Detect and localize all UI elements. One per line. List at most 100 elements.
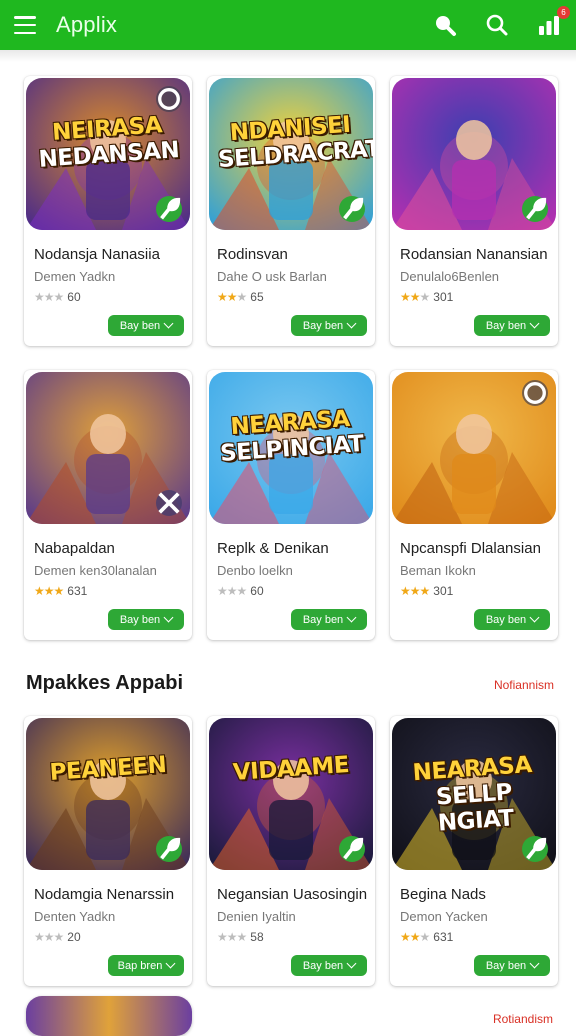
app-card[interactable]: NEARASA SELPINCIAT Replk & Denikan Denbo … (207, 370, 375, 640)
rating: ★★★ 60 (34, 290, 190, 304)
app-thumbnail[interactable]: NEARASA SELLP NGIAT (392, 718, 556, 870)
install-button[interactable]: Bay ben (291, 609, 367, 630)
install-button[interactable]: Bay ben (108, 315, 184, 336)
leaf-icon (156, 836, 182, 862)
app-thumbnail[interactable]: NDANISEI SELDRACRAT (209, 78, 373, 230)
rating-count: 58 (250, 930, 264, 944)
chevron-down-icon (346, 612, 357, 623)
developer-name: Denten Yadkn (34, 909, 116, 924)
app-grid-row-1: NEIRASA NEDANSAN Nodansja Nanasiia Demen … (24, 76, 558, 346)
app-thumbnail[interactable] (392, 372, 556, 524)
app-thumbnail[interactable]: NEIRASA NEDANSAN (26, 78, 190, 230)
category-icon (522, 380, 548, 406)
chevron-down-icon (346, 318, 357, 329)
star-rating-icon: ★★★ (217, 290, 247, 304)
rating: ★★★ 631 (34, 584, 190, 598)
star-rating-icon: ★★★ (217, 930, 247, 944)
developer-name: Demen Yadkn (34, 269, 116, 284)
search-icon[interactable] (484, 12, 510, 38)
developer-name: Demon Yacken (400, 909, 488, 924)
rating: ★★★ 60 (217, 584, 373, 598)
chevron-down-icon (163, 612, 174, 623)
star-rating-icon: ★★★ (400, 290, 430, 304)
app-card[interactable]: VIDAAME Negansian Uasosingin Denien Iyal… (207, 716, 375, 986)
rating: ★★★ 20 (34, 930, 190, 944)
rating-count: 301 (433, 584, 454, 598)
app-thumbnail[interactable]: VIDAAME (209, 718, 373, 870)
chevron-down-icon (163, 318, 174, 329)
leaf-icon (522, 836, 548, 862)
developer-name: Dahe O usk Barlan (217, 269, 327, 284)
star-rating-icon: ★★★ (400, 584, 430, 598)
rating-count: 301 (433, 290, 454, 304)
thumbnail-logo-text: NEARASA SELLP NGIAT (411, 751, 533, 837)
tools-icon (156, 490, 182, 516)
app-card[interactable]: NEIRASA NEDANSAN Nodansja Nanasiia Demen … (24, 76, 192, 346)
install-button-label: Bay ben (119, 613, 161, 626)
app-name: Negansian Uasosingin (217, 886, 368, 903)
notification-badge: 6 (557, 6, 570, 19)
install-button[interactable]: Bay ben (291, 955, 367, 976)
rating-count: 60 (67, 290, 81, 304)
developer-name: Denbo loelkn (217, 563, 293, 578)
hamburger-menu-icon[interactable] (14, 16, 36, 34)
install-button[interactable]: Bay ben (474, 315, 550, 336)
app-name: Rodinsvan (217, 246, 288, 263)
chevron-down-icon (346, 958, 357, 969)
star-rating-icon: ★★★ (217, 584, 247, 598)
rating-count: 20 (67, 930, 81, 944)
chevron-down-icon (529, 958, 540, 969)
install-button-label: Bap bren (117, 959, 163, 972)
app-thumbnail-partial[interactable] (26, 996, 192, 1036)
leaf-icon (339, 836, 365, 862)
install-button-label: Bay ben (485, 959, 527, 972)
rating: ★★★ 301 (400, 290, 556, 304)
developer-name: Denulalo6Benlen (400, 269, 500, 284)
app-card[interactable]: Rodansian Nanansian Denulalo6Benlen ★★★ … (390, 76, 558, 346)
app-thumbnail[interactable] (392, 78, 556, 230)
star-rating-icon: ★★★ (34, 290, 64, 304)
app-card[interactable]: PEANEEN Nodamgia Nenarssin Denten Yadkn … (24, 716, 192, 986)
rating: ★★★ 631 (400, 930, 556, 944)
app-thumbnail[interactable]: PEANEEN (26, 718, 190, 870)
install-button[interactable]: Bay ben (108, 609, 184, 630)
app-thumbnail[interactable] (26, 372, 190, 524)
app-thumbnail[interactable]: NEARASA SELPINCIAT (209, 372, 373, 524)
app-card[interactable]: NDANISEI SELDRACRAT Rodinsvan Dahe O usk … (207, 76, 375, 346)
install-button[interactable]: Bay ben (474, 955, 550, 976)
magnifier-filled-icon[interactable] (432, 12, 458, 38)
app-name: Nodansja Nanasiia (34, 246, 160, 263)
install-button-label: Bay ben (485, 319, 527, 332)
app-card[interactable]: NEARASA SELLP NGIAT Begina Nads Demon Yac… (390, 716, 558, 986)
thumbnail-logo-text: NDANISEI SELDRACRAT (217, 111, 373, 174)
section-see-more-link[interactable]: Nofiannism (494, 678, 554, 692)
toolbar-shadow (0, 50, 576, 62)
leaf-icon (339, 196, 365, 222)
install-button-label: Bay ben (302, 613, 344, 626)
rating: ★★★ 65 (217, 290, 373, 304)
app-name: Begina Nads (400, 886, 486, 903)
developer-name: Denien Iyaltin (217, 909, 296, 924)
chevron-down-icon (529, 612, 540, 623)
app-name: Nabapaldan (34, 540, 115, 557)
rating: ★★★ 58 (217, 930, 373, 944)
install-button-label: Bay ben (119, 319, 161, 332)
star-rating-icon: ★★★ (34, 930, 64, 944)
top-app-bar: Applix 6 (0, 0, 576, 50)
chevron-down-icon (165, 958, 176, 969)
app-card[interactable]: Npcanspfi Dlalansian Beman Ikokn ★★★ 301… (390, 370, 558, 640)
install-button[interactable]: Bay ben (291, 315, 367, 336)
app-name: Rodansian Nanansian (400, 246, 548, 263)
rating-count: 60 (250, 584, 264, 598)
app-card[interactable]: Nabapaldan Demen ken30lanalan ★★★ 631 Ba… (24, 370, 192, 640)
app-title: Applix (56, 12, 118, 37)
thumbnail-logo-text: NEIRASA NEDANSAN (37, 112, 181, 173)
install-button[interactable]: Bay ben (474, 609, 550, 630)
install-button[interactable]: Bap bren (108, 955, 184, 976)
rating-count: 65 (250, 290, 264, 304)
thumbnail-logo-text: NEARASA SELPINCIAT (219, 405, 365, 467)
category-icon (156, 86, 182, 112)
stats-icon[interactable]: 6 (536, 6, 570, 38)
rating: ★★★ 301 (400, 584, 556, 598)
install-button-label: Bay ben (302, 959, 344, 972)
